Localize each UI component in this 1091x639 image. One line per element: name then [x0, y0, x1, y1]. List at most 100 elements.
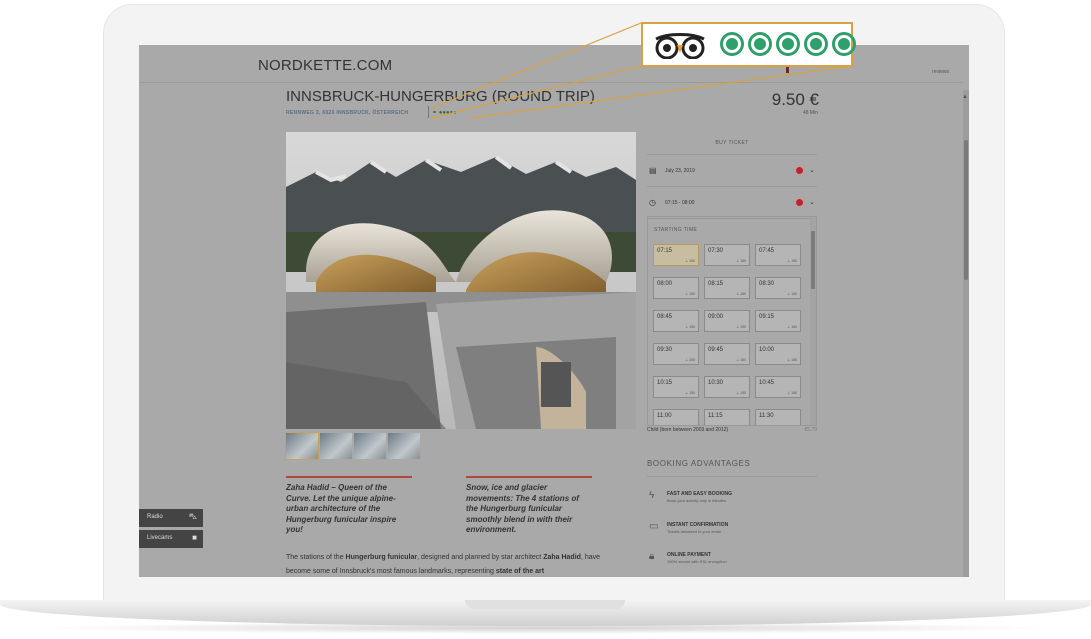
rating-bubble-icon: [832, 32, 856, 56]
time-slot-time: 10:30: [708, 380, 724, 386]
time-slot[interactable]: 08:30 ⊥ 150: [755, 277, 801, 299]
time-slot-time: 08:15: [708, 281, 724, 287]
calendar-icon: ▤: [649, 166, 657, 175]
tripadvisor-rating-callout: [641, 22, 856, 67]
price-duration: 48 Min: [802, 110, 818, 116]
page-scroll-thumb[interactable]: [964, 140, 968, 280]
desc-part: , designed and planned by star architect: [417, 554, 544, 561]
page-scrollbar[interactable]: ▲: [962, 90, 969, 577]
time-slot-seats: ⊥ 150: [787, 358, 797, 362]
time-slot-seats: ⊥ 150: [685, 259, 695, 263]
advantage-subtitle: 100% secure with SSL encryption: [667, 559, 727, 564]
time-slot-seats: ⊥ 150: [685, 292, 695, 296]
child-label: Child (born between 2003 and 2012): [647, 427, 729, 433]
ticket-icon: ▭: [649, 521, 659, 532]
scroll-thumb[interactable]: [811, 231, 815, 289]
booking-panel: BUY TICKET ▤ July 23, 2019 ⌄ ◷ 07:15 - 0…: [647, 132, 817, 219]
time-slot-seats: ⊥ 150: [736, 259, 746, 263]
time-slot-time: 07:15: [657, 248, 673, 254]
time-slot-time: 07:30: [708, 248, 724, 254]
advantage-subtitle: Tickets delivered to your email: [667, 529, 721, 534]
radio-button[interactable]: Radio ⛍: [139, 509, 203, 527]
time-slot[interactable]: 08:45 ⊥ 150: [653, 310, 699, 332]
booking-advantages-title: BOOKING ADVANTAGES: [647, 459, 817, 477]
time-slot[interactable]: 11:00: [653, 409, 699, 425]
time-slot-time: 08:00: [657, 281, 673, 287]
time-slot-time: 09:15: [759, 314, 775, 320]
time-slot[interactable]: 08:00 ⊥ 150: [653, 277, 699, 299]
desc-bold: state of the art: [495, 568, 545, 575]
thumbnail-1[interactable]: [285, 432, 319, 460]
time-slot-time: 10:45: [759, 380, 775, 386]
desc-bold: Zaha Hadid: [543, 554, 581, 561]
advantage-title: ONLINE PAYMENT: [667, 552, 711, 558]
time-slots-scrollbar[interactable]: [810, 217, 816, 425]
clock-icon: ◷: [649, 198, 656, 207]
product-address: RENNWEG 3, 6020 INNSBRUCK, ÖSTERREICH: [286, 110, 409, 116]
time-slot-time: 09:45: [708, 347, 724, 353]
time-slot-seats: ⊥ 150: [685, 358, 695, 362]
time-slot-seats: ⊥ 150: [787, 325, 797, 329]
required-dot: [796, 167, 803, 174]
header-link[interactable]: reviews: [932, 69, 949, 75]
tripadvisor-mini-rating[interactable]: ⚭ ●●●●●: [432, 109, 457, 116]
time-slot[interactable]: 10:30 ⊥ 150: [704, 376, 750, 398]
time-range-value: 07:15 - 08:00: [665, 200, 695, 206]
desc-part: The stations of the: [286, 554, 346, 561]
time-slot[interactable]: 10:00 ⊥ 150: [755, 343, 801, 365]
description-text: The stations of the Hungerburg funicular…: [286, 551, 626, 577]
hungerburg-station-image: [286, 132, 636, 429]
time-slot[interactable]: 11:15: [704, 409, 750, 425]
lightning-icon: ϟ: [649, 490, 655, 501]
time-slot-seats: ⊥ 150: [787, 391, 797, 395]
date-selector[interactable]: ▤ July 23, 2019 ⌄: [647, 155, 817, 187]
advantage-title: FAST AND EASY BOOKING: [667, 491, 733, 497]
rating-bubble-icon: [776, 32, 800, 56]
required-dot: [796, 199, 803, 206]
time-slot-time: 10:00: [759, 347, 775, 353]
radio-label: Radio: [147, 514, 163, 520]
time-slot[interactable]: 11:30: [755, 409, 801, 425]
livecams-button[interactable]: Livecams ■: [139, 530, 203, 548]
rating-bubble-icon: [804, 32, 828, 56]
time-slot[interactable]: 08:15 ⊥ 150: [704, 277, 750, 299]
rating-bubble-icon: [748, 32, 772, 56]
time-slot[interactable]: 10:15 ⊥ 150: [653, 376, 699, 398]
rating-bubbles: [720, 32, 856, 56]
thumbnail-3[interactable]: [354, 433, 386, 459]
time-selector[interactable]: ◷ 07:15 - 08:00 ⌄: [647, 187, 817, 219]
starting-time-panel: STARTING TIME 07:15 ⊥ 150 07:30 ⊥ 150 07:45 ⊥…: [647, 216, 817, 426]
product-photo[interactable]: [286, 132, 636, 429]
time-slot[interactable]: 09:45 ⊥ 150: [704, 343, 750, 365]
time-slot-seats: ⊥ 150: [685, 391, 695, 395]
time-slot[interactable]: 07:45 ⊥ 150: [755, 244, 801, 266]
thumbnail-2[interactable]: [320, 433, 352, 459]
time-slot[interactable]: 07:15 ⊥ 150: [653, 244, 699, 266]
time-slot[interactable]: 10:45 ⊥ 150: [755, 376, 801, 398]
screen: NORDKETTE.COM reviews INNSBRUCK-HUNGERBU…: [139, 45, 969, 577]
time-slot-seats: ⊥ 150: [736, 358, 746, 362]
site-title[interactable]: NORDKETTE.COM: [258, 57, 392, 74]
price: 9.50 €: [771, 90, 819, 109]
livecams-label: Livecams: [147, 535, 173, 541]
advantage-subtitle: Book your activity only in minutes: [667, 498, 727, 503]
time-slot-seats: ⊥ 150: [787, 259, 797, 263]
time-slot[interactable]: 09:30 ⊥ 150: [653, 343, 699, 365]
time-slot-seats: ⊥ 150: [685, 325, 695, 329]
quote-snow: Snow, ice and glacier movements: The 4 s…: [466, 476, 592, 536]
thumbnail-4[interactable]: [388, 433, 420, 459]
time-slot-time: 11:00: [657, 413, 672, 419]
time-slot-time: 08:30: [759, 281, 775, 287]
starting-time-label: STARTING TIME: [654, 227, 698, 233]
desc-bold: Hungerburg funicular: [345, 554, 418, 561]
photo-thumbnails: [285, 432, 420, 460]
time-slot[interactable]: 07:30 ⊥ 150: [704, 244, 750, 266]
child-ticket-row: Child (born between 2003 and 2012) €5.70: [647, 427, 817, 433]
time-slot-time: 09:30: [657, 347, 673, 353]
time-slot-time: 09:00: [708, 314, 724, 320]
date-value: July 23, 2019: [665, 168, 695, 174]
time-slot[interactable]: 09:15 ⊥ 150: [755, 310, 801, 332]
chevron-down-icon: ⌄: [809, 199, 815, 206]
scroll-up-icon[interactable]: ▲: [962, 94, 968, 100]
time-slot[interactable]: 09:00 ⊥ 150: [704, 310, 750, 332]
